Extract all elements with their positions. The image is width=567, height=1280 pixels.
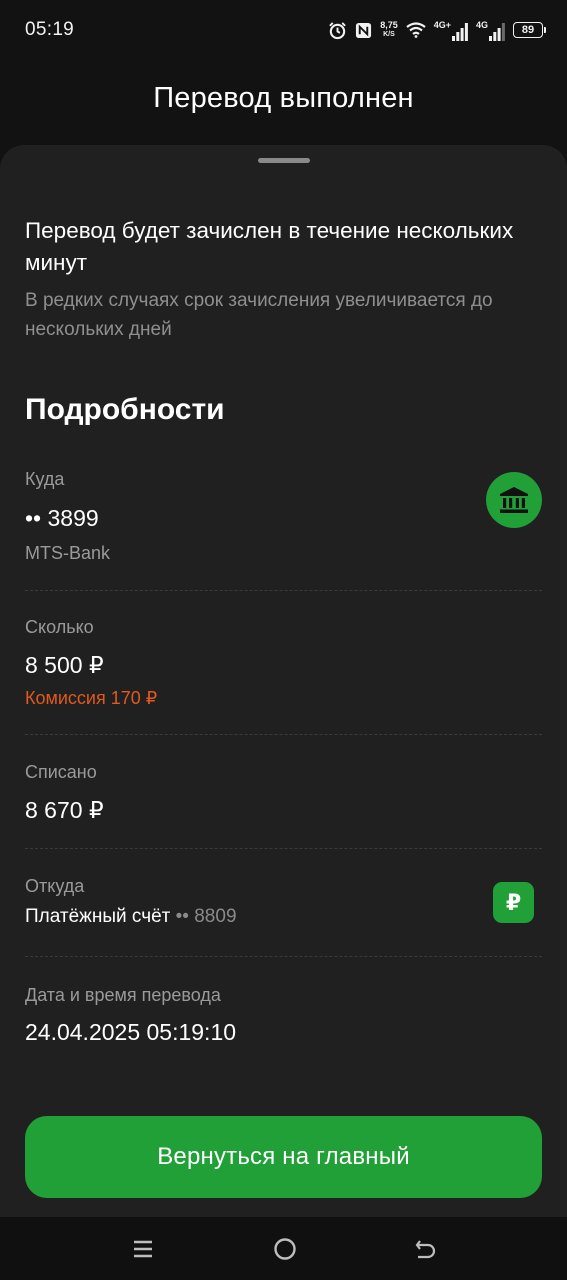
signal-icon [451,22,468,41]
signal-icon [489,22,505,41]
speed-value: 8,75 [380,20,398,30]
from-account-mask: •• 8809 [175,906,237,927]
to-bank: MTS-Bank [25,543,111,563]
bank-icon [486,472,542,528]
menu-icon[interactable] [130,1236,156,1262]
return-home-button[interactable]: Вернуться на главный [25,1116,542,1198]
nfc-icon [355,22,372,39]
datetime-label: Дата и время перевода [25,985,221,1005]
page-title: Перевод выполнен [153,82,414,114]
speed-unit: K/S [383,31,395,38]
net1-label: 4G+ [433,19,451,30]
battery-icon: 89 [513,22,546,38]
from-account: Платёжный счёт •• 8809 [25,906,237,928]
cell-network-1: 4G+ [434,20,468,41]
home-icon[interactable] [272,1236,298,1262]
network-speed: 8,75 K/S [380,21,398,39]
datetime-value: 24.04.2025 05:19:10 [25,1019,237,1045]
ruble-icon: ₽ [493,882,534,923]
ruble-glyph: ₽ [505,889,522,915]
notice-title: Перевод будет зачислен в течение несколь… [25,218,514,275]
system-nav-bar [0,1217,567,1280]
debited-label: Списано [25,762,97,782]
details-heading: Подробности [25,393,225,426]
divider [25,848,542,849]
debited-value: 8 670 ₽ [25,797,104,823]
alarm-icon [328,21,347,40]
net2-label: 4G [475,19,488,30]
to-account: •• 3899 [25,505,99,531]
divider [25,734,542,735]
back-icon[interactable] [413,1236,439,1262]
divider [25,590,542,591]
sheet-drag-handle[interactable] [258,158,310,163]
screen: 05:19 8,75 K/S 4G+ 4G 89 Перевод выполне… [0,0,567,1280]
details-sheet: Перевод будет зачислен в течение несколь… [0,145,567,1217]
status-icons: 8,75 K/S 4G+ 4G 89 [328,20,546,41]
status-bar: 05:19 8,75 K/S 4G+ 4G 89 [0,0,567,60]
from-label: Откуда [25,876,85,896]
status-time: 05:19 [25,19,75,40]
to-label: Куда [25,469,65,489]
amount-value: 8 500 ₽ [25,652,104,678]
from-account-name: Платёжный счёт [25,906,171,927]
amount-label: Сколько [25,617,94,637]
notice-text: В редких случаях срок зачисления увеличи… [25,290,493,340]
fee-text: Комиссия 170 ₽ [25,688,158,708]
cell-network-2: 4G [476,20,505,41]
divider [25,956,542,957]
wifi-icon [406,22,426,38]
battery-level: 89 [521,24,535,36]
